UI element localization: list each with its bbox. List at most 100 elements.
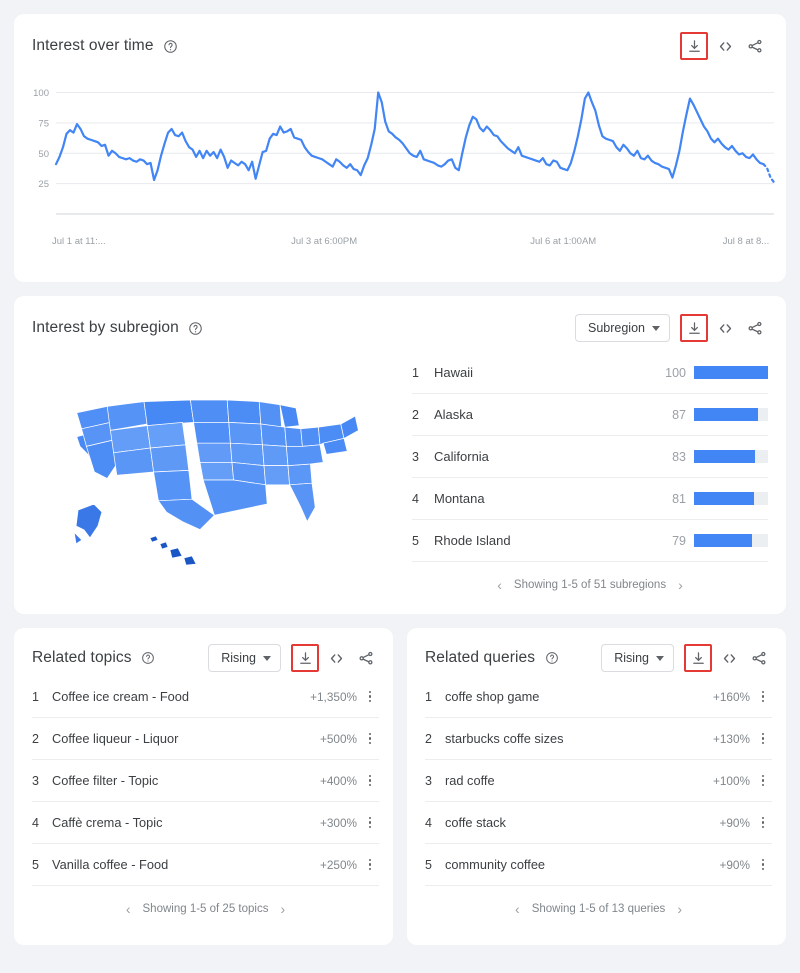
rank-number: 2 [425,732,445,746]
subregion-filter-dropdown[interactable]: Subregion [575,314,670,342]
query-name: rad coffe [445,773,713,788]
region-value: 81 [672,492,686,506]
table-row[interactable]: 1Hawaii100 [412,352,768,394]
united-states-map[interactable] [72,392,372,567]
chevron-right-icon[interactable]: › [677,902,682,916]
region-name: Hawaii [434,365,665,380]
more-options-icon[interactable] [361,859,379,871]
more-options-icon[interactable] [754,775,772,787]
more-options-icon[interactable] [754,733,772,745]
help-circle-icon[interactable] [544,651,559,666]
embed-code-icon[interactable] [712,315,738,341]
pagination-label: Showing 1-5 of 25 topics [143,903,269,915]
topic-name: Vanilla coffee - Food [52,857,320,872]
svg-text:Jul 3 at 6:00PM: Jul 3 at 6:00PM [291,236,357,247]
chevron-left-icon[interactable]: ‹ [497,578,502,592]
rank-number: 1 [32,690,52,704]
card-header: Related topics Rising [14,628,393,672]
svg-text:25: 25 [38,179,49,190]
download-icon[interactable] [680,314,708,342]
chevron-down-icon [652,326,660,331]
table-row[interactable]: 4Montana81 [412,478,768,520]
more-options-icon[interactable] [754,691,772,703]
list-item[interactable]: 1coffe shop game+160% [425,676,772,718]
section-title: Interest by subregion [32,319,179,337]
list-item[interactable]: 3rad coffe+100% [425,760,772,802]
queries-filter-label: Rising [614,651,649,665]
header-actions [680,32,768,60]
share-icon[interactable] [353,645,379,671]
more-options-icon[interactable] [361,817,379,829]
card-header: Interest by subregion Subregion [14,296,786,342]
rank-number: 1 [412,366,434,380]
more-options-icon[interactable] [754,859,772,871]
value-bar-track [694,408,768,421]
page-title: Interest over time [32,37,154,55]
card-header: Related queries Rising [407,628,786,672]
topic-name: Coffee ice cream - Food [52,689,310,704]
share-icon[interactable] [746,645,772,671]
more-options-icon[interactable] [754,817,772,829]
subregion-list: 1Hawaii1002Alaska873California834Montana… [412,348,768,610]
table-row[interactable]: 2Alaska87 [412,394,768,436]
svg-text:50: 50 [38,149,49,160]
embed-code-icon[interactable] [716,645,742,671]
pagination-label: Showing 1-5 of 51 subregions [514,579,666,591]
change-percent: +90% [719,858,750,872]
topic-name: Caffè crema - Topic [52,815,320,830]
svg-text:Jul 8 at 8...: Jul 8 at 8... [723,236,769,247]
topics-filter-label: Rising [221,651,256,665]
table-row[interactable]: 5Rhode Island79 [412,520,768,562]
list-item[interactable]: 4coffe stack+90% [425,802,772,844]
share-icon[interactable] [742,315,768,341]
change-percent: +100% [713,774,750,788]
rank-number: 3 [425,774,445,788]
query-name: coffe shop game [445,689,713,704]
list-item[interactable]: 2starbucks coffe sizes+130% [425,718,772,760]
list-item[interactable]: 5community coffee+90% [425,844,772,886]
value-bar-fill [694,492,754,505]
interest-over-time-chart[interactable]: 255075100 Jul 1 at 11:...Jul 3 at 6:00PM… [14,72,786,252]
embed-code-icon[interactable] [712,33,738,59]
list-item[interactable]: 5Vanilla coffee - Food+250% [32,844,379,886]
rank-number: 1 [425,690,445,704]
chevron-down-icon [263,656,271,661]
svg-text:Jul 6 at 1:00AM: Jul 6 at 1:00AM [530,236,596,247]
help-circle-icon[interactable] [188,321,203,336]
rank-number: 5 [32,858,52,872]
change-percent: +130% [713,732,750,746]
list-item[interactable]: 2Coffee liqueur - Liquor+500% [32,718,379,760]
list-item[interactable]: 3Coffee filter - Topic+400% [32,760,379,802]
topics-filter-dropdown[interactable]: Rising [208,644,281,672]
table-row[interactable]: 3California83 [412,436,768,478]
change-percent: +90% [719,816,750,830]
chevron-right-icon[interactable]: › [280,902,285,916]
queries-filter-dropdown[interactable]: Rising [601,644,674,672]
value-bar-track [694,366,768,379]
list-item[interactable]: 4Caffè crema - Topic+300% [32,802,379,844]
chevron-left-icon[interactable]: ‹ [126,902,131,916]
more-options-icon[interactable] [361,691,379,703]
more-options-icon[interactable] [361,775,379,787]
section-title: Related topics [32,649,132,667]
list-item[interactable]: 1Coffee ice cream - Food+1,350% [32,676,379,718]
subregion-body: 1Hawaii1002Alaska873California834Montana… [14,342,786,610]
region-value: 83 [672,450,686,464]
help-circle-icon[interactable] [163,39,178,54]
help-circle-icon[interactable] [141,651,156,666]
region-name: California [434,449,672,464]
chevron-right-icon[interactable]: › [678,578,683,592]
download-icon[interactable] [680,32,708,60]
more-options-icon[interactable] [361,733,379,745]
card-header: Interest over time [14,14,786,60]
share-icon[interactable] [742,33,768,59]
embed-code-icon[interactable] [323,645,349,671]
header-actions: Rising [601,644,772,672]
interest-by-subregion-card: Interest by subregion Subregion [14,296,786,614]
value-bar-track [694,492,768,505]
download-icon[interactable] [291,644,319,672]
trends-page: Interest over time [0,0,800,973]
chevron-left-icon[interactable]: ‹ [515,902,520,916]
download-icon[interactable] [684,644,712,672]
interest-over-time-card: Interest over time [14,14,786,282]
